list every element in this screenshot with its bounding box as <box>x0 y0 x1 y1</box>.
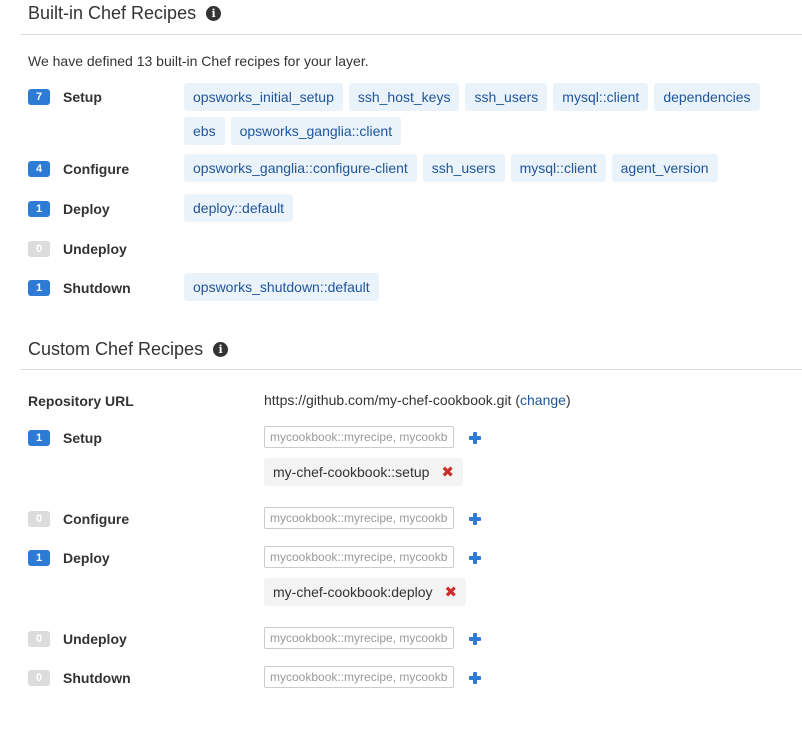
builtin-info-icon[interactable]: i <box>206 6 222 21</box>
count-badge: 0 <box>28 241 50 257</box>
builtin-divider <box>20 34 802 35</box>
count-badge: 0 <box>28 631 50 647</box>
count-badge: 1 <box>28 430 50 446</box>
custom-row-deploy: 1 Deploy <box>28 547 110 569</box>
recipe-name: my-chef-cookbook::setup <box>273 464 430 480</box>
recipe-chip: opsworks_shutdown::default <box>184 273 379 301</box>
setup-custom-recipe: my-chef-cookbook::setup ✖ <box>264 458 463 486</box>
custom-row-undeploy: 0 Undeploy <box>28 628 127 650</box>
row-label: Shutdown <box>63 670 131 686</box>
custom-info-icon[interactable]: i <box>213 342 229 357</box>
custom-title-text: Custom Chef Recipes <box>28 339 204 359</box>
recipe-chip: agent_version <box>611 154 718 182</box>
count-badge: 4 <box>28 161 50 177</box>
custom-divider <box>20 369 802 370</box>
count-badge: 7 <box>28 89 50 105</box>
configure-recipe-input[interactable] <box>264 507 454 529</box>
add-deploy-recipe-plus-icon[interactable] <box>468 551 482 565</box>
row-label: Configure <box>63 511 130 527</box>
add-shutdown-recipe-plus-icon[interactable] <box>468 671 482 685</box>
remove-icon[interactable]: ✖ <box>441 458 454 486</box>
row-label: Deploy <box>63 550 110 566</box>
builtin-row-deploy: 1 Deploy <box>28 198 110 220</box>
count-badge: 1 <box>28 550 50 566</box>
builtin-row-configure: 4 Configure <box>28 158 129 180</box>
builtin-setup-recipes: opsworks_initial_setup ssh_host_keys ssh… <box>184 83 794 151</box>
custom-row-shutdown: 0 Shutdown <box>28 667 131 689</box>
count-badge: 1 <box>28 280 50 296</box>
recipe-name: my-chef-cookbook:deploy <box>273 584 433 600</box>
paren-close: ) <box>565 392 571 408</box>
builtin-row-undeploy: 0 Undeploy <box>28 238 127 260</box>
recipe-chip: opsworks_ganglia::configure-client <box>184 154 417 182</box>
count-badge: 0 <box>28 511 50 527</box>
recipe-chip: opsworks_ganglia::client <box>230 117 402 145</box>
recipe-chip: ebs <box>184 117 225 145</box>
custom-row-setup: 1 Setup <box>28 427 102 449</box>
row-label: Deploy <box>63 201 110 217</box>
builtin-title-text: Built-in Chef Recipes <box>28 3 197 23</box>
custom-section-title: Custom Chef Recipes i <box>28 339 229 360</box>
deploy-custom-recipe: my-chef-cookbook:deploy ✖ <box>264 578 467 606</box>
recipe-chip: dependencies <box>654 83 760 111</box>
builtin-deploy-recipes: deploy::default <box>184 194 794 228</box>
row-label: Setup <box>63 89 102 105</box>
undeploy-recipe-input[interactable] <box>264 627 454 649</box>
row-label: Shutdown <box>63 280 131 296</box>
add-configure-recipe-plus-icon[interactable] <box>468 512 482 526</box>
recipe-chip: mysql::client <box>553 83 649 111</box>
row-label: Configure <box>63 161 130 177</box>
remove-icon[interactable]: ✖ <box>445 578 458 606</box>
paren-open: ( <box>511 392 521 408</box>
shutdown-recipe-input[interactable] <box>264 666 454 688</box>
add-setup-recipe-plus-icon[interactable] <box>468 431 482 445</box>
builtin-configure-recipes: opsworks_ganglia::configure-client ssh_u… <box>184 154 794 188</box>
count-badge: 1 <box>28 201 50 217</box>
builtin-shutdown-recipes: opsworks_shutdown::default <box>184 273 794 307</box>
setup-recipe-input[interactable] <box>264 426 454 448</box>
builtin-section-title: Built-in Chef Recipes i <box>28 3 222 24</box>
row-label: Undeploy <box>63 241 127 257</box>
recipe-chip: ssh_users <box>422 154 505 182</box>
row-label: Setup <box>63 430 102 446</box>
recipe-chip: ssh_users <box>465 83 548 111</box>
repository-url-value: https://github.com/my-chef-cookbook.git … <box>264 392 571 408</box>
builtin-row-setup: 7 Setup <box>28 86 102 108</box>
builtin-intro: We have defined 13 built-in Chef recipes… <box>28 53 369 69</box>
change-repository-link[interactable]: change <box>520 392 566 408</box>
deploy-recipe-input[interactable] <box>264 546 454 568</box>
row-label: Undeploy <box>63 631 127 647</box>
repository-url-label: Repository URL <box>28 393 134 409</box>
recipe-chip: ssh_host_keys <box>348 83 460 111</box>
recipe-chip: mysql::client <box>510 154 606 182</box>
recipe-chip: deploy::default <box>184 194 294 222</box>
builtin-row-shutdown: 1 Shutdown <box>28 277 131 299</box>
custom-row-configure: 0 Configure <box>28 508 129 530</box>
count-badge: 0 <box>28 670 50 686</box>
recipe-chip: opsworks_initial_setup <box>184 83 343 111</box>
add-undeploy-recipe-plus-icon[interactable] <box>468 632 482 646</box>
repository-url-text: https://github.com/my-chef-cookbook.git <box>264 392 512 408</box>
